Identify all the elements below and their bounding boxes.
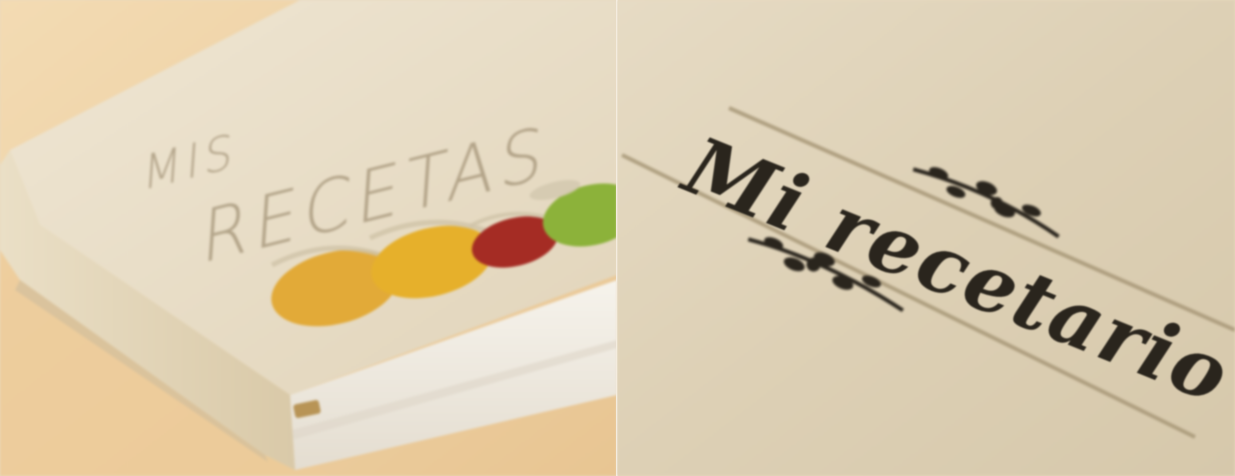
engraved-title-photo: Mi recetario (617, 0, 1235, 476)
cookbook-photo: MIS RECETAS (0, 0, 617, 476)
photo-collage: MIS RECETAS Mi recetario (0, 0, 1235, 476)
